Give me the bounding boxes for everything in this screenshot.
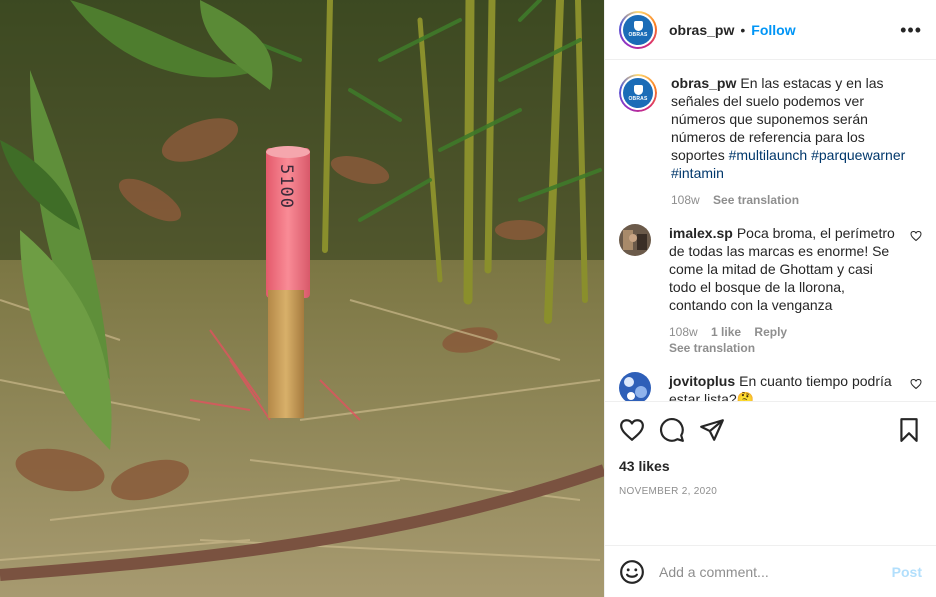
comment-age: 108w — [669, 325, 698, 339]
avatar-ring: OBRAS — [621, 12, 655, 47]
stake-number-marking: 5100 — [276, 164, 296, 209]
comment-body: imalex.sp Poca broma, el perímetro de tod… — [669, 224, 902, 356]
add-comment-row: Post — [605, 545, 936, 597]
post-comment-button[interactable]: Post — [892, 564, 922, 580]
likes-count[interactable]: 43 likes — [619, 458, 922, 474]
follow-button[interactable]: Follow — [751, 22, 795, 38]
author-avatar[interactable]: OBRAS — [619, 10, 657, 49]
caption-age: 108w — [671, 193, 700, 207]
hashtag-link[interactable]: #intamin — [671, 165, 724, 181]
action-icons-row — [619, 402, 922, 458]
obras-logo-icon: OBRAS — [623, 14, 653, 45]
hashtag-link[interactable]: #parquewarner — [811, 147, 905, 163]
comment-likes-link[interactable]: 1 like — [711, 325, 741, 339]
comment-meta: 108w 1 like Reply See translation — [669, 324, 902, 356]
photo-illustration — [0, 0, 604, 597]
caption-avatar-text: OBRAS — [628, 95, 648, 102]
post-photo[interactable]: 5100 — [0, 0, 604, 597]
comment-username[interactable]: imalex.sp — [669, 225, 733, 241]
caption-avatar[interactable]: OBRAS — [619, 74, 657, 112]
commenter-photo — [619, 372, 651, 401]
like-comment-heart-icon[interactable] — [910, 378, 922, 390]
post-header: OBRAS obras_pw • Follow ••• — [605, 0, 936, 60]
caption-avatar-inner: OBRAS — [621, 76, 655, 110]
hashtag-link[interactable]: #multilaunch — [729, 147, 808, 163]
comment-item: jovitoplus En cuanto tiempo podría estar … — [619, 372, 922, 401]
comment-body: jovitoplus En cuanto tiempo podría estar … — [669, 372, 902, 401]
post-side-panel: OBRAS obras_pw • Follow ••• OBRAS obras_… — [604, 0, 936, 597]
see-translation-link[interactable]: See translation — [713, 193, 799, 207]
bookmark-icon[interactable] — [896, 417, 922, 443]
avatar-text: OBRAS — [628, 32, 648, 38]
like-comment-heart-icon[interactable] — [910, 230, 922, 242]
caption-username[interactable]: obras_pw — [671, 75, 736, 91]
more-icon[interactable]: ••• — [900, 21, 922, 39]
caption-avatar-ring: OBRAS — [619, 74, 657, 112]
reply-button[interactable]: Reply — [754, 325, 787, 339]
post-date: NOVEMBER 2, 2020 — [619, 486, 718, 497]
post-actions: 43 likes NOVEMBER 2, 2020 Post — [605, 401, 936, 597]
comments-list[interactable]: OBRAS obras_pw En las estacas y en las se… — [605, 60, 936, 401]
header-separator: • — [740, 21, 746, 38]
obras-logo-icon: OBRAS — [623, 78, 653, 108]
comment-input[interactable] — [659, 563, 892, 580]
caption-body: obras_pw En las estacas y en las señales … — [671, 74, 922, 208]
comment-item: imalex.sp Poca broma, el perímetro de tod… — [619, 224, 922, 356]
commenter-avatar[interactable] — [619, 224, 651, 256]
instagram-post-view: 5100 OBRAS obras_pw • Follow ••• OBRAS o… — [0, 0, 936, 597]
commenter-photo — [619, 224, 651, 256]
caption: OBRAS obras_pw En las estacas y en las se… — [619, 74, 922, 208]
author-username[interactable]: obras_pw — [669, 22, 734, 38]
see-translation-link[interactable]: See translation — [669, 340, 902, 356]
caption-meta: 108w See translation — [671, 192, 922, 208]
emoji-icon[interactable] — [619, 559, 645, 585]
shield-icon — [633, 84, 643, 95]
shield-icon — [633, 21, 643, 31]
comment-username[interactable]: jovitoplus — [669, 373, 735, 389]
commenter-avatar[interactable] — [619, 372, 651, 401]
share-icon[interactable] — [699, 417, 725, 443]
heart-icon[interactable] — [619, 417, 645, 443]
comment-icon[interactable] — [659, 417, 685, 443]
